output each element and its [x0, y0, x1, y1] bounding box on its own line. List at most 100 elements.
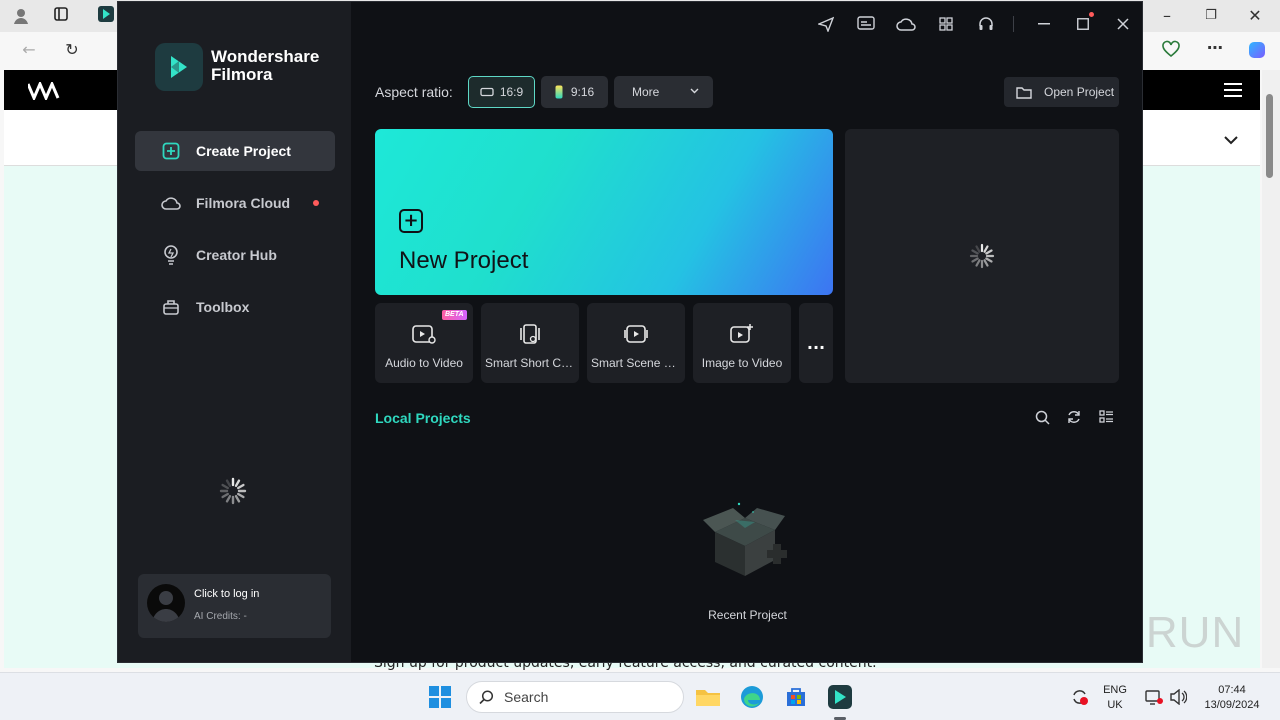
filmora-window: Wondershare Filmora Create Project Filmo… — [117, 1, 1143, 663]
tool-smart-scene-cut[interactable]: Smart Scene Cut — [587, 303, 685, 383]
empty-state-label: Recent Project — [708, 608, 787, 622]
aspect-more-label: More — [632, 85, 660, 99]
titlebar-divider — [1013, 16, 1014, 32]
avatar[interactable] — [147, 584, 185, 622]
notification-dot — [313, 200, 319, 206]
aspect-ratio-label: Aspect ratio: — [375, 84, 453, 100]
smart-short-clips-icon — [520, 324, 540, 344]
aspect-more-dropdown[interactable]: More — [614, 76, 713, 108]
search-icon — [479, 689, 494, 705]
new-project-card[interactable]: + New Project — [375, 129, 833, 295]
filmora-taskbar-icon[interactable] — [824, 681, 856, 713]
tool-label: Smart Short Cli... — [485, 356, 577, 370]
audio-video-icon — [412, 325, 436, 344]
more-options-icon[interactable]: ⋯ — [1204, 38, 1226, 58]
list-view-icon[interactable] — [1097, 408, 1115, 426]
nav-label: Toolbox — [196, 299, 250, 315]
filmora-tab-icon[interactable] — [95, 6, 117, 27]
restore-icon[interactable]: ❐ — [1200, 6, 1222, 26]
tool-audio-to-video[interactable]: BETA Audio to Video — [375, 303, 473, 383]
nav-label: Filmora Cloud — [196, 195, 291, 211]
plus-square-icon — [161, 141, 181, 161]
volume-icon[interactable] — [1162, 681, 1194, 713]
edge-browser-icon[interactable] — [736, 681, 768, 713]
nav-label: Creator Hub — [196, 247, 277, 263]
microsoft-store-icon[interactable] — [780, 681, 812, 713]
tool-image-to-video[interactable]: Image to Video — [693, 303, 791, 383]
sidebar: Wondershare Filmora Create Project Filmo… — [118, 2, 351, 662]
nav-toolbox[interactable]: Toolbox — [135, 287, 335, 327]
beta-badge: BETA — [442, 310, 467, 320]
chevron-down-icon[interactable] — [1224, 130, 1238, 149]
update-notification-dot — [1089, 12, 1094, 17]
search-icon[interactable] — [1033, 408, 1051, 426]
start-windows-icon[interactable] — [424, 681, 456, 713]
minimize-icon[interactable] — [1034, 14, 1054, 34]
portrait-icon — [555, 85, 563, 99]
minimize-icon[interactable]: – — [1156, 6, 1178, 26]
login-title[interactable]: Click to log in — [194, 588, 259, 600]
open-project-label: Open Project — [1044, 85, 1115, 99]
aspect-9-16-label: 9:16 — [570, 85, 595, 99]
language-indicator[interactable]: ENG UK — [1098, 683, 1132, 713]
apps-grid-icon[interactable] — [936, 14, 956, 34]
close-icon[interactable] — [1113, 14, 1133, 34]
aspect-16-9-label: 16:9 — [499, 85, 524, 99]
cloud-sync-icon[interactable] — [896, 14, 916, 34]
tool-smart-short-clips[interactable]: Smart Short Cli... — [481, 303, 579, 383]
wondershare-logo-icon[interactable] — [26, 80, 64, 104]
subtitle-icon[interactable] — [856, 14, 876, 34]
refresh-icon[interactable]: ↻ — [61, 40, 83, 60]
new-project-label: New Project — [399, 247, 529, 274]
filmora-logo-icon — [155, 43, 203, 91]
scene-cut-icon — [624, 325, 648, 343]
tool-label: Audio to Video — [385, 356, 463, 370]
chevron-down-icon — [690, 88, 699, 94]
brand-line1: Wondershare — [211, 47, 320, 66]
nav-creator-hub[interactable]: Creator Hub — [135, 235, 335, 275]
profile-icon[interactable] — [10, 6, 32, 31]
local-projects-title: Local Projects — [375, 410, 471, 426]
empty-box-icon — [703, 502, 787, 576]
sync-alert-icon[interactable] — [1064, 681, 1096, 713]
back-arrow-icon[interactable]: ← — [18, 40, 40, 60]
taskbar-search[interactable]: Search — [466, 681, 684, 713]
file-explorer-icon[interactable] — [692, 681, 724, 713]
headset-support-icon[interactable] — [976, 14, 996, 34]
search-placeholder: Search — [504, 689, 549, 705]
login-card[interactable]: Click to log in AI Credits: - — [138, 574, 331, 638]
clock-time: 07:44 — [1218, 684, 1246, 696]
lightbulb-icon — [161, 245, 181, 265]
send-feedback-icon[interactable] — [816, 14, 836, 34]
tool-label: Image to Video — [701, 356, 783, 370]
nav-create-project[interactable]: Create Project — [135, 131, 335, 171]
taskbar: Search ENG UK 07:44 13/09/2024 — [0, 672, 1280, 720]
nav-label: Create Project — [196, 143, 291, 159]
language-code: ENG — [1103, 684, 1127, 696]
promo-panel[interactable] — [845, 129, 1119, 383]
aspect-16-9-button[interactable]: 16:9 — [468, 76, 535, 108]
tab-actions-icon[interactable] — [50, 6, 72, 27]
cloud-icon — [161, 193, 181, 213]
keyboard-layout: UK — [1107, 699, 1123, 711]
clock-date: 13/09/2024 — [1204, 699, 1260, 711]
aspect-9-16-button[interactable]: 9:16 — [541, 76, 608, 108]
loading-spinner-icon — [969, 243, 995, 273]
maximize-icon[interactable] — [1073, 14, 1093, 34]
toolbox-icon — [161, 297, 181, 317]
clock[interactable]: 07:44 13/09/2024 — [1196, 683, 1268, 713]
add-project-icon: + — [399, 209, 423, 233]
open-project-button[interactable]: Open Project — [1004, 77, 1119, 107]
more-tools-button[interactable]: ... — [799, 303, 833, 383]
main-area: Aspect ratio: 16:9 9:16 More Open Projec… — [351, 2, 1142, 662]
image-to-video-icon — [730, 324, 753, 343]
loading-spinner-icon — [218, 476, 248, 510]
copilot-icon[interactable] — [1246, 40, 1268, 65]
nav-filmora-cloud[interactable]: Filmora Cloud — [135, 183, 335, 223]
browser-essentials-icon[interactable] — [1160, 40, 1182, 63]
browser-scrollbar-thumb[interactable] — [1266, 94, 1273, 178]
refresh-icon[interactable] — [1065, 408, 1083, 426]
hamburger-menu-icon[interactable] — [1224, 82, 1242, 102]
brand-line2: Filmora — [211, 65, 273, 84]
close-icon[interactable]: ✕ — [1244, 6, 1266, 26]
